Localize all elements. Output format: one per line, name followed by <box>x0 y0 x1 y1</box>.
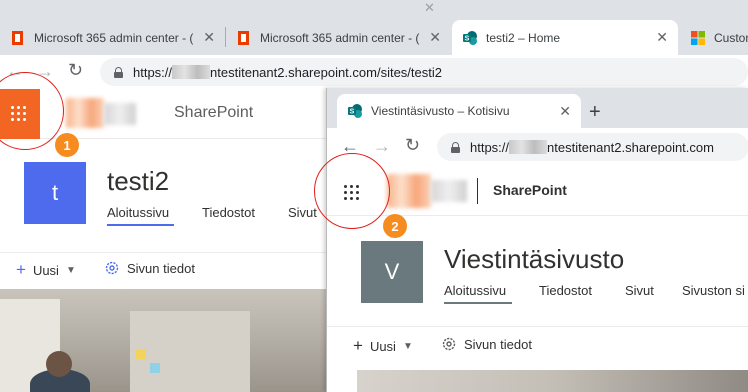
close-tab-icon[interactable]: ✕ <box>559 103 571 120</box>
lock-icon <box>451 141 460 153</box>
nav-link-pages[interactable]: Sivut <box>288 205 317 220</box>
tab-label: Viestintäsivusto – Kotisivu <box>371 104 510 118</box>
chevron-down-icon: ▼ <box>402 340 413 352</box>
nav-link-site-contents[interactable]: Sivuston si <box>682 283 745 298</box>
step-badge-2: 2 <box>383 214 407 238</box>
front-suite-bar: SharePoint <box>327 166 748 216</box>
hero-image <box>0 289 330 392</box>
office-icon <box>12 30 23 45</box>
nav-link-documents[interactable]: Tiedostot <box>539 283 592 298</box>
hero-sticky-note <box>136 349 146 359</box>
active-nav-indicator <box>444 302 512 304</box>
redacted-org-logo <box>387 174 431 208</box>
tab-viestintasivusto[interactable]: S Viestintäsivusto – Kotisivu ✕ <box>337 94 581 128</box>
tab-label: Microsoft 365 admin center - ( <box>260 30 420 45</box>
suite-divider <box>477 178 478 204</box>
front-tab-strip: S Viestintäsivusto – Kotisivu ✕ + <box>327 88 748 128</box>
front-address-toolbar: ← → ↻ https:// ntestitenant2.sharepoint.… <box>327 128 748 166</box>
step-badge-1: 1 <box>55 133 79 157</box>
reload-icon[interactable]: ↻ <box>405 135 420 156</box>
microsoft-icon <box>691 30 705 45</box>
plus-icon: + <box>16 260 26 279</box>
highlight-circle <box>314 153 390 229</box>
reload-icon[interactable]: ↻ <box>68 60 83 81</box>
nav-link-pages[interactable]: Sivut <box>625 283 654 298</box>
redacted-tenant <box>509 140 548 154</box>
url-prefix: https:// <box>133 64 173 80</box>
site-title[interactable]: testi2 <box>107 166 169 197</box>
site-logo-tile: V <box>361 241 423 303</box>
lock-icon <box>114 66 123 78</box>
hero-wall <box>130 311 250 392</box>
tab-admin-center-1[interactable]: Microsoft 365 admin center - ( ✕ <box>0 20 225 55</box>
redacted-org-name <box>104 103 136 125</box>
site-title[interactable]: Viestintäsivusto <box>444 244 624 275</box>
page-details-button[interactable]: Sivun tiedot <box>104 260 195 276</box>
sharepoint-icon: S <box>348 104 362 118</box>
new-label: Uusi <box>369 338 396 354</box>
front-address-bar[interactable]: https:// ntestitenant2.sharepoint.com <box>437 133 748 161</box>
tab-testi2-home[interactable]: S testi2 – Home ✕ <box>452 20 678 55</box>
redacted-org-name <box>431 180 467 202</box>
gear-icon <box>442 337 456 351</box>
new-tab-icon[interactable]: + <box>589 101 601 124</box>
close-tab-icon[interactable]: ✕ <box>429 29 441 46</box>
close-tab-icon[interactable]: ✕ <box>203 29 215 46</box>
nav-link-home[interactable]: Aloitussivu <box>444 283 506 298</box>
url-prefix: https:// <box>470 139 510 155</box>
active-nav-indicator <box>107 224 174 226</box>
page-details-label: Sivun tiedot <box>464 336 532 352</box>
office-icon <box>238 30 249 45</box>
sharepoint-icon: S <box>463 30 477 45</box>
new-label: Uusi <box>32 262 59 278</box>
back-address-toolbar: ← → ↻ https:// ntestitenant2.sharepoint.… <box>0 55 748 89</box>
url-suffix: ntestitenant2.sharepoint.com <box>547 139 714 155</box>
hero-person-head <box>46 351 72 377</box>
close-tab-icon[interactable]: ✕ <box>656 29 668 46</box>
tab-label: Microsoft 365 admin center - ( <box>34 30 194 45</box>
site-logo-tile: t <box>24 162 86 224</box>
redacted-org-logo <box>66 98 104 128</box>
svg-text:S: S <box>350 109 355 116</box>
sharepoint-app-name[interactable]: SharePoint <box>174 104 253 122</box>
nav-link-home[interactable]: Aloitussivu <box>107 205 169 220</box>
window-close-icon[interactable]: ✕ <box>424 0 435 16</box>
back-tab-strip: Microsoft 365 admin center - ( ✕ Microso… <box>0 0 748 55</box>
redacted-tenant <box>172 65 211 79</box>
new-button[interactable]: + Uusi ▼ <box>353 336 413 356</box>
page-details-button[interactable]: Sivun tiedot <box>441 336 532 352</box>
page-details-label: Sivun tiedot <box>127 260 195 276</box>
sharepoint-app-name[interactable]: SharePoint <box>493 182 567 198</box>
back-command-bar: + Uusi ▼ Sivun tiedot <box>0 252 330 286</box>
gear-icon <box>105 261 119 275</box>
url-suffix: ntestitenant2.sharepoint.com/sites/testi… <box>210 64 442 80</box>
chevron-down-icon: ▼ <box>65 264 76 276</box>
hero-image <box>357 370 748 392</box>
new-button[interactable]: + Uusi ▼ <box>16 260 76 280</box>
hero-sticky-note <box>150 363 160 373</box>
plus-icon: + <box>353 336 363 355</box>
front-command-bar: + Uusi ▼ Sivun tiedot <box>327 326 748 364</box>
tab-custom[interactable]: Custom <box>680 20 748 55</box>
nav-link-documents[interactable]: Tiedostot <box>202 205 255 220</box>
tab-label: testi2 – Home <box>486 30 561 45</box>
back-address-bar[interactable]: https:// ntestitenant2.sharepoint.com/si… <box>100 58 748 86</box>
svg-text:S: S <box>465 35 470 42</box>
tab-admin-center-2[interactable]: Microsoft 365 admin center - ( ✕ <box>226 20 451 55</box>
front-browser-window: S Viestintäsivusto – Kotisivu ✕ + ← → ↻ … <box>326 88 748 392</box>
forward-arrow-icon[interactable]: → <box>373 136 391 157</box>
tab-label: Custom <box>714 30 748 45</box>
